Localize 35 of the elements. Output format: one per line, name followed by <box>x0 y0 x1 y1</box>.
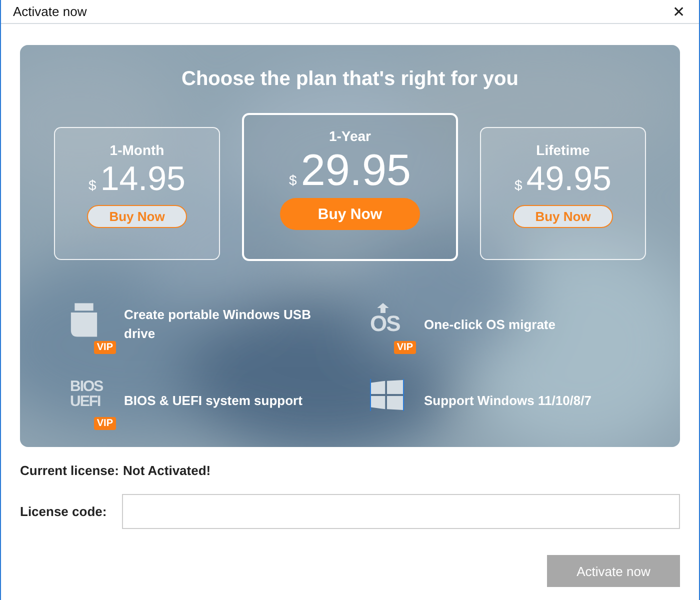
plan-price: 49.95 <box>526 160 612 199</box>
vip-badge: VIP <box>394 341 416 354</box>
buy-button[interactable]: Buy Now <box>280 198 420 230</box>
feature-text: Support Windows 11/10/8/7 <box>424 392 592 410</box>
vip-badge: VIP <box>94 417 116 430</box>
buy-button[interactable]: Buy Now <box>87 205 187 228</box>
plan-heading: Choose the plan that's right for you <box>182 68 518 92</box>
usb-drive-icon <box>70 303 98 337</box>
license-code-label: License code: <box>20 504 108 519</box>
up-arrow-icon <box>376 303 390 313</box>
plan-name: 1-Month <box>110 142 164 158</box>
vip-badge: VIP <box>94 341 116 354</box>
plan-name: 1-Year <box>328 128 372 144</box>
icon-label: UEFI <box>70 394 100 409</box>
plan-price: 29.95 <box>300 146 411 196</box>
buy-button[interactable]: Buy Now <box>513 205 613 228</box>
icon-label: OS <box>370 313 400 335</box>
feature-text: Create portable Windows USB drive <box>124 306 312 343</box>
plan-price: 14.95 <box>100 160 186 199</box>
window-title: Activate now <box>13 4 87 19</box>
plan-card[interactable]: Lifetime $49.95 Buy Now <box>480 127 646 260</box>
close-button[interactable]: ✕ <box>659 0 699 22</box>
plan-card[interactable]: 1-Month $14.95 Buy Now <box>54 127 220 260</box>
license-label: Current license: <box>20 463 119 478</box>
currency-symbol: $ <box>88 177 96 193</box>
license-code-field[interactable] <box>122 494 680 529</box>
plan-name: Lifetime <box>536 142 590 158</box>
icon-label: BIOS <box>70 379 103 394</box>
windows-logo-icon <box>370 379 404 411</box>
feature-text: BIOS & UEFI system support <box>124 392 304 410</box>
license-status: Not Activated! <box>122 463 211 478</box>
feature-text: One-click OS migrate <box>424 316 556 334</box>
currency-symbol: $ <box>289 172 297 188</box>
currency-symbol: $ <box>514 177 522 193</box>
plan-card[interactable]: 1-Year $29.95 Buy Now <box>242 113 458 261</box>
